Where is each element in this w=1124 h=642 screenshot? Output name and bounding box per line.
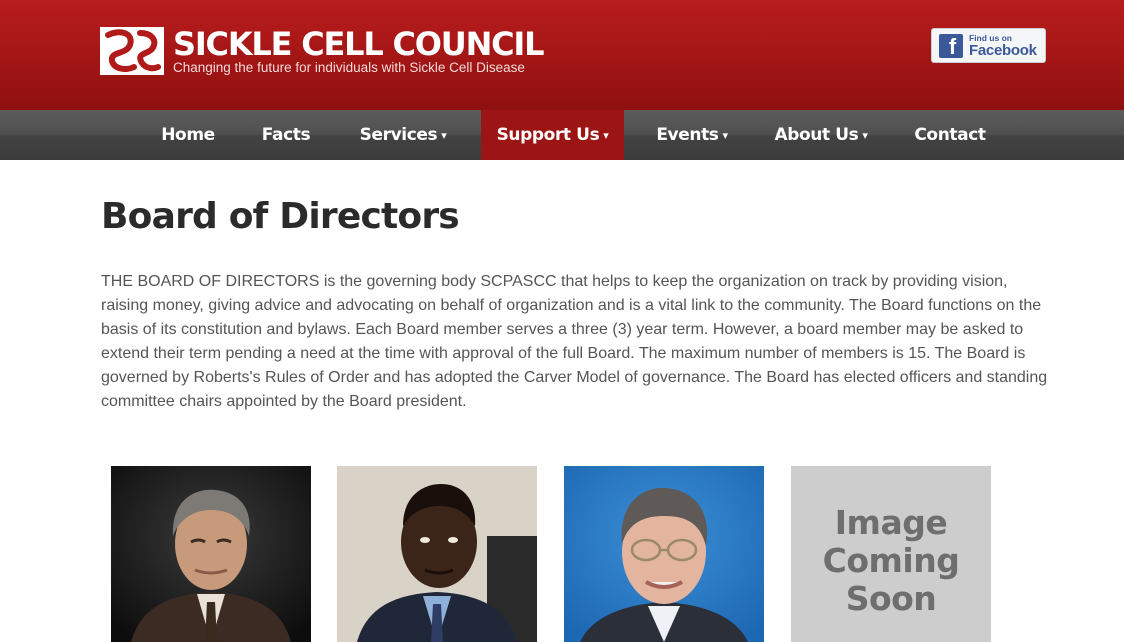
nav-item-events[interactable]: Events ▾ (642, 110, 742, 160)
board-member-photo-2[interactable] (337, 466, 537, 642)
image-coming-soon-text: Image Coming Soon (822, 503, 960, 618)
site-title: SICKLE CELL COUNCIL (173, 25, 545, 63)
board-member-photo-3[interactable] (564, 466, 764, 642)
page-title: Board of Directors (101, 196, 460, 237)
chevron-down-icon: ▾ (722, 129, 729, 142)
nav-item-home[interactable]: Home (146, 110, 230, 160)
nav-item-services[interactable]: Services ▾ (342, 110, 464, 160)
facebook-button[interactable]: f Find us on Facebook (931, 28, 1046, 63)
portrait-image (337, 466, 537, 642)
facebook-label: Facebook (969, 42, 1037, 59)
nav-item-contact[interactable]: Contact (898, 110, 1002, 160)
nav-label: Home (161, 125, 215, 145)
board-member-photo-placeholder[interactable]: Image Coming Soon (791, 466, 991, 642)
intro-paragraph: THE BOARD OF DIRECTORS is the governing … (101, 273, 1048, 410)
sickle-cell-logo-icon (100, 27, 164, 75)
main-nav: Home Facts Services ▾ Support Us ▾ Events ▾… (0, 110, 1124, 160)
nav-label: Contact (914, 125, 986, 145)
chevron-down-icon: ▾ (603, 129, 609, 142)
nav-label: Facts (261, 125, 311, 145)
site-logo[interactable]: SICKLE CELL COUNCIL Changing the future … (100, 25, 545, 76)
board-member-photo-1[interactable] (111, 466, 311, 642)
portrait-image (111, 466, 311, 642)
nav-label: Support Us (496, 125, 600, 145)
chevron-down-icon: ▾ (862, 129, 868, 142)
site-header: SICKLE CELL COUNCIL Changing the future … (0, 0, 1124, 110)
facebook-f-icon: f (939, 33, 963, 58)
nav-label: About Us (774, 125, 859, 145)
nav-item-facts[interactable]: Facts (246, 110, 326, 160)
nav-item-support-us[interactable]: Support Us ▾ (481, 110, 624, 160)
chevron-down-icon: ▾ (441, 129, 447, 142)
site-tagline: Changing the future for individuals with… (173, 60, 525, 75)
portrait-image (564, 466, 764, 642)
nav-item-about-us[interactable]: About Us ▾ (760, 110, 882, 160)
nav-label: Services (359, 125, 438, 145)
nav-label: Events (656, 125, 719, 145)
